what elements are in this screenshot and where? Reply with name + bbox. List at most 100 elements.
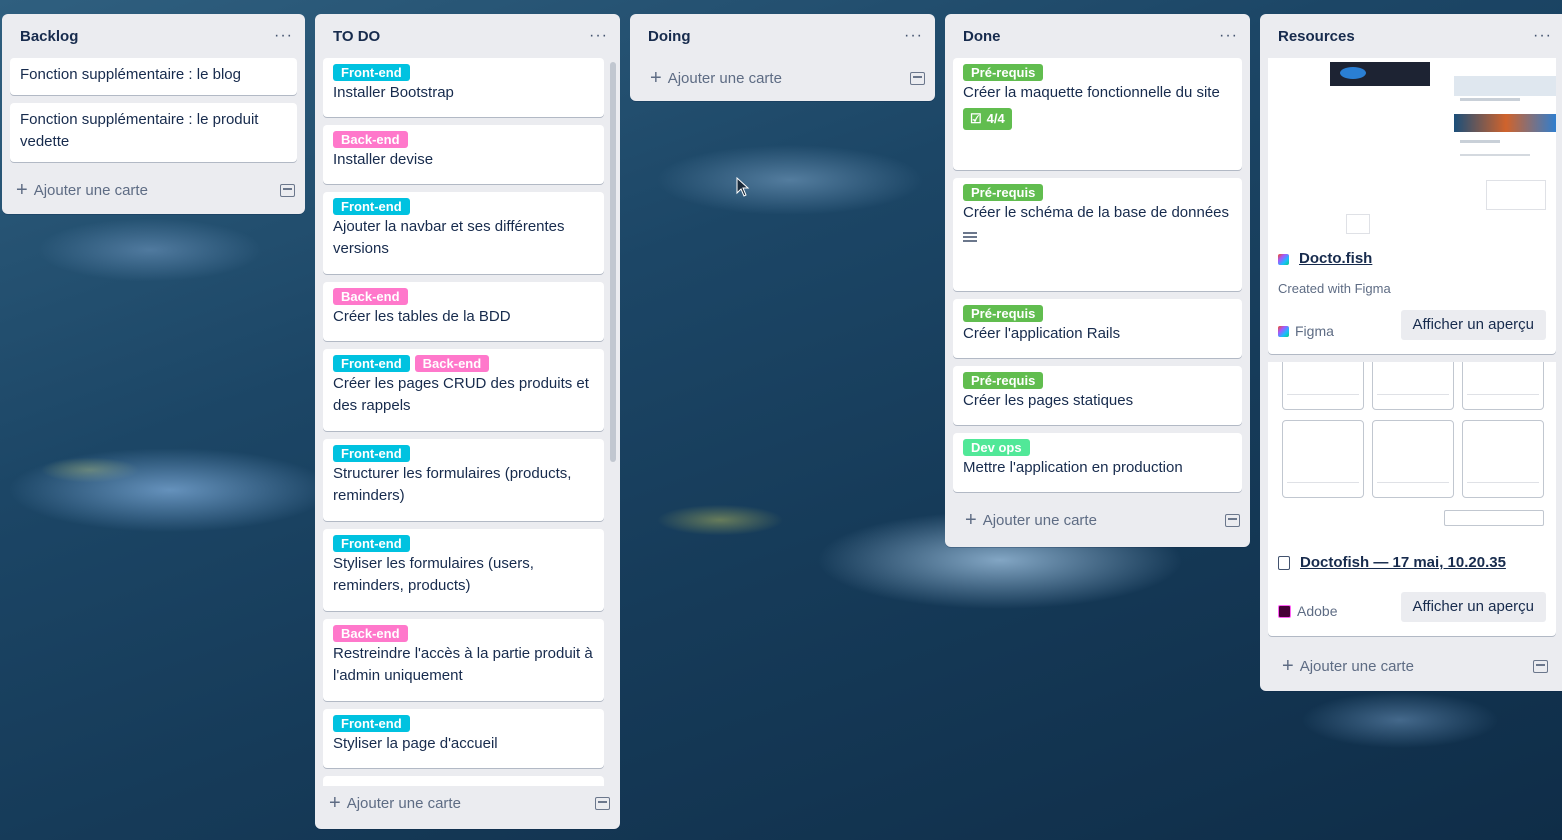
card-done-application-rails[interactable]: Pré-requis Créer l'application Rails [953, 299, 1242, 358]
add-card-button[interactable]: + Ajouter une carte [630, 58, 935, 98]
thumbnail-tile [1462, 420, 1544, 498]
add-card-button[interactable]: + Ajouter une carte [945, 500, 1250, 540]
list-menu-icon[interactable]: ··· [589, 27, 608, 45]
list-menu-icon[interactable]: ··· [274, 27, 293, 45]
list-doing: Doing ··· + Ajouter une carte [630, 14, 935, 101]
card-todo-page-accueil[interactable]: Front-end Styliser la page d'accueil [323, 709, 604, 768]
list-title[interactable]: Done [963, 28, 1001, 45]
card-title: Styliser les formulaires (users, reminde… [333, 555, 534, 594]
thumbnail-pagination [1444, 510, 1544, 526]
thumbnail-tile [1462, 362, 1544, 410]
label-front-end: Front-end [333, 535, 410, 552]
card-title: Créer la maquette fonctionnelle du site [963, 84, 1220, 101]
description-icon [963, 230, 977, 244]
add-card-label: Ajouter une carte [346, 794, 461, 812]
show-preview-button[interactable]: Afficher un aperçu [1400, 310, 1546, 340]
attachment-source: Adobe [1278, 600, 1337, 622]
add-card-button[interactable]: + Ajouter une carte [315, 783, 620, 823]
thumbnail-tile [1282, 420, 1364, 498]
card-title: Fonction supplémentaire : le produit ved… [20, 111, 259, 150]
add-card-label: Ajouter une carte [1299, 657, 1414, 675]
card-title: Créer les pages statiques [963, 392, 1134, 409]
thumbnail-tile [1372, 362, 1454, 410]
card-template-icon[interactable] [1533, 659, 1548, 673]
card-title: Styliser la page d'accueil [333, 735, 498, 752]
card-title: Créer l'application Rails [963, 325, 1121, 342]
plus-icon: + [329, 792, 341, 814]
plus-icon: + [16, 179, 28, 201]
card-container: Fonction supplémentaire : le blog Foncti… [2, 58, 305, 162]
card-title: Installer devise [333, 151, 434, 168]
card-template-icon[interactable] [280, 183, 295, 197]
attachment-card-adobe[interactable]: Doctofish — 17 mai, 10.20.35 Adobe Affic… [1268, 362, 1556, 636]
source-name: Adobe [1297, 603, 1338, 619]
figma-logo-icon [1278, 253, 1289, 265]
list-menu-icon[interactable]: ··· [904, 27, 923, 45]
label-pre-requis: Pré-requis [963, 184, 1044, 201]
add-card-label: Ajouter une carte [982, 511, 1097, 529]
label-front-end: Front-end [333, 355, 410, 372]
label-back-end: Back-end [414, 355, 490, 372]
show-preview-button[interactable]: Afficher un aperçu [1400, 592, 1546, 622]
card-todo-structurer-formulaires[interactable]: Front-end Structurer les formulaires (pr… [323, 439, 604, 521]
checkbox-icon: ☑ [970, 111, 982, 126]
card-todo-tables-bdd[interactable]: Back-end Créer les tables de la BDD [323, 282, 604, 341]
list-title[interactable]: Doing [648, 28, 691, 45]
list-header: Backlog ··· [2, 14, 305, 58]
label-pre-requis: Pré-requis [963, 305, 1044, 322]
card-backlog-blog[interactable]: Fonction supplémentaire : le blog [10, 58, 297, 95]
file-icon [1278, 556, 1290, 570]
attachment-source: Figma [1278, 320, 1334, 342]
card-todo-devise[interactable]: Back-end Installer devise [323, 125, 604, 184]
add-card-button[interactable]: + Ajouter une carte [1260, 646, 1562, 686]
label-front-end: Front-end [333, 445, 410, 462]
label-front-end: Front-end [333, 64, 410, 81]
checklist-count: 4/4 [986, 111, 1005, 126]
thumbnail-tile [1282, 362, 1364, 410]
list-title[interactable]: Backlog [20, 28, 78, 45]
card-todo-styliser-formulaires[interactable]: Front-end Styliser les formulaires (user… [323, 529, 604, 611]
attachment-title[interactable]: Doctofish — 17 mai, 10.20.35 [1300, 552, 1506, 574]
card-todo-restreindre-acces[interactable]: Back-end Restreindre l'accès à la partie… [323, 619, 604, 701]
attachment-title[interactable]: Docto.fish [1299, 248, 1372, 270]
card-done-maquette[interactable]: Pré-requis Créer la maquette fonctionnel… [953, 58, 1242, 170]
plus-icon: + [1282, 655, 1294, 677]
label-front-end: Front-end [333, 198, 410, 215]
card-template-icon[interactable] [595, 796, 610, 810]
card-title: Fonction supplémentaire : le blog [20, 66, 241, 83]
card-title: Mettre l'application en production [963, 459, 1183, 476]
label-back-end: Back-end [333, 131, 408, 148]
card-done-pages-statiques[interactable]: Pré-requis Créer les pages statiques [953, 366, 1242, 425]
add-card-label: Ajouter une carte [667, 69, 782, 87]
attachment-card-figma[interactable]: Docto.fish Created with Figma Figma Affi… [1268, 58, 1556, 354]
card-backlog-produit-vedette[interactable]: Fonction supplémentaire : le produit ved… [10, 103, 297, 162]
list-header: Doing ··· [630, 14, 935, 58]
thumbnail-tile [1372, 420, 1454, 498]
card-title: Créer les tables de la BDD [333, 308, 511, 325]
label-pre-requis: Pré-requis [963, 372, 1044, 389]
card-todo-crud[interactable]: Front-end Back-end Créer les pages CRUD … [323, 349, 604, 431]
card-template-icon[interactable] [1225, 513, 1240, 527]
label-front-end: Front-end [333, 715, 410, 732]
list-title[interactable]: TO DO [333, 28, 380, 45]
card-title: Créer le schéma de la base de données [963, 204, 1230, 221]
card-todo-bootstrap[interactable]: Front-end Installer Bootstrap [323, 58, 604, 117]
label-dev-ops: Dev ops [963, 439, 1030, 456]
list-header: TO DO ··· [315, 14, 620, 58]
scrollbar[interactable] [610, 62, 616, 462]
attachment-subtitle: Created with Figma [1278, 281, 1391, 296]
list-menu-icon[interactable]: ··· [1219, 27, 1238, 45]
card-template-icon[interactable] [910, 71, 925, 85]
card-todo-navbar[interactable]: Front-end Ajouter la navbar et ses diffé… [323, 192, 604, 274]
add-card-button[interactable]: + Ajouter une carte [2, 170, 305, 210]
card-title: Restreindre l'accès à la partie produit … [333, 645, 593, 684]
list-title[interactable]: Resources [1278, 28, 1355, 45]
list-todo: TO DO ··· Front-end Installer Bootstrap … [315, 14, 620, 829]
card-title: Structurer les formulaires (products, re… [333, 465, 572, 504]
card-done-schema-bdd[interactable]: Pré-requis Créer le schéma de la base de… [953, 178, 1242, 291]
list-menu-icon[interactable]: ··· [1533, 27, 1552, 45]
card-done-production[interactable]: Dev ops Mettre l'application en producti… [953, 433, 1242, 492]
plus-icon: + [965, 509, 977, 531]
card-title: Ajouter la navbar et ses différentes ver… [333, 218, 565, 257]
card-title: Installer Bootstrap [333, 84, 454, 101]
